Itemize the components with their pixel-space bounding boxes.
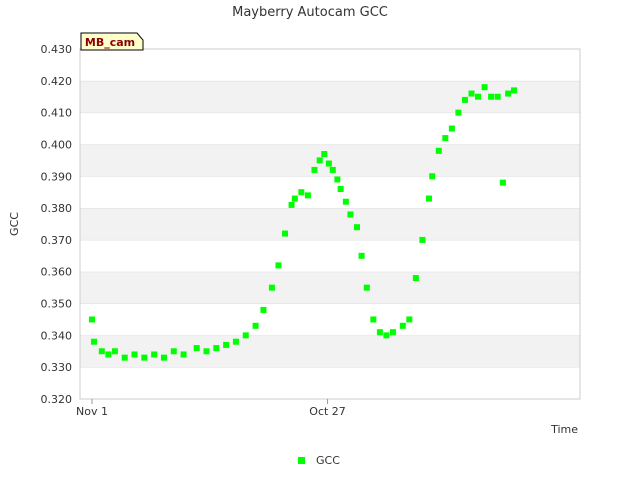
- data-point: [242, 332, 249, 339]
- data-point: [429, 173, 436, 180]
- x-axis-ticks: Nov 1 Oct 27: [76, 399, 346, 418]
- data-point: [288, 201, 295, 208]
- grid-band: [80, 367, 580, 399]
- y-tick-label: 0.370: [41, 234, 73, 247]
- data-point: [291, 195, 298, 202]
- legend-label: GCC: [316, 454, 340, 467]
- y-tick-label: 0.360: [41, 266, 73, 279]
- data-point: [316, 157, 323, 164]
- data-point: [481, 84, 488, 91]
- data-point: [383, 332, 390, 339]
- data-point: [406, 316, 413, 323]
- data-point: [111, 348, 118, 355]
- data-point: [252, 322, 259, 329]
- data-point: [505, 90, 512, 97]
- data-point: [358, 252, 365, 259]
- badge-label: MB_cam: [85, 36, 135, 49]
- data-point: [121, 354, 128, 361]
- data-point: [90, 338, 97, 345]
- data-point: [151, 351, 158, 358]
- y-axis-ticks: 0.320 0.330 0.340 0.350 0.360 0.370 0.380 0.390…: [41, 43, 73, 406]
- chart-title: Mayberry Autocam GCC: [232, 5, 388, 20]
- data-point: [203, 348, 210, 355]
- data-point: [232, 338, 239, 345]
- data-point: [105, 351, 112, 358]
- legend: GCC: [298, 454, 340, 467]
- chart: Mayberry Autocam GCC 0.320 0.330 0.340 0.35…: [8, 5, 581, 467]
- data-point: [494, 93, 501, 100]
- y-tick-label: 0.340: [41, 329, 73, 342]
- data-point: [337, 186, 344, 192]
- camera-badge: MB_cam: [80, 32, 144, 51]
- data-point: [325, 160, 332, 167]
- data-point: [435, 147, 442, 154]
- data-point: [389, 329, 396, 336]
- y-tick-label: 0.350: [41, 298, 73, 311]
- grid-band: [80, 271, 580, 304]
- y-tick-label: 0.390: [41, 170, 73, 183]
- data-point: [213, 345, 220, 352]
- data-point: [342, 198, 349, 205]
- data-point: [347, 211, 354, 218]
- data-point: [468, 90, 475, 97]
- grid-band: [80, 335, 580, 368]
- data-point: [275, 262, 282, 269]
- data-point: [419, 236, 426, 243]
- data-point: [160, 354, 167, 361]
- data-point: [268, 284, 275, 291]
- data-point: [98, 348, 105, 355]
- x-tick-label: Oct 27: [309, 405, 346, 418]
- y-tick-label: 0.320: [41, 393, 73, 406]
- grid-band: [80, 112, 580, 145]
- data-point: [475, 93, 482, 100]
- y-axis-label: GCC: [8, 212, 21, 236]
- data-point: [131, 351, 138, 358]
- grid-band: [80, 239, 580, 272]
- data-point: [311, 166, 318, 173]
- data-point: [170, 348, 177, 355]
- data-point: [461, 96, 468, 103]
- grid-band: [80, 303, 580, 336]
- data-point: [399, 322, 406, 329]
- data-point: [363, 284, 370, 291]
- grid-bands: [80, 48, 580, 399]
- data-point: [223, 341, 230, 348]
- data-point: [180, 351, 187, 358]
- data-point: [370, 316, 377, 323]
- y-tick-label: 0.410: [41, 107, 73, 120]
- data-point: [334, 176, 341, 183]
- data-point: [455, 109, 462, 116]
- grid-band: [80, 208, 580, 240]
- data-point: [412, 275, 419, 282]
- grid-band: [80, 80, 580, 113]
- data-point: [448, 125, 455, 132]
- data-point: [193, 345, 200, 352]
- x-axis-label: Time: [550, 423, 578, 436]
- data-point: [260, 306, 267, 313]
- data-point: [304, 192, 311, 199]
- y-tick-label: 0.430: [41, 43, 73, 56]
- data-point: [321, 151, 328, 157]
- data-point: [376, 329, 383, 336]
- data-point: [511, 87, 518, 94]
- legend-marker: [298, 457, 305, 464]
- y-tick-label: 0.420: [41, 75, 73, 88]
- data-point: [89, 316, 95, 323]
- y-tick-label: 0.400: [41, 138, 73, 151]
- y-tick-label: 0.330: [41, 361, 73, 374]
- data-point: [442, 135, 449, 142]
- data-point: [499, 179, 506, 186]
- grid-band: [80, 49, 580, 81]
- data-point: [298, 189, 305, 196]
- data-point: [425, 195, 432, 202]
- x-tick-label: Nov 1: [76, 405, 108, 418]
- data-point: [329, 166, 336, 173]
- y-tick-label: 0.380: [41, 202, 73, 215]
- data-point: [282, 230, 289, 237]
- data-point: [488, 93, 495, 100]
- data-point: [141, 354, 148, 361]
- data-point: [353, 224, 360, 231]
